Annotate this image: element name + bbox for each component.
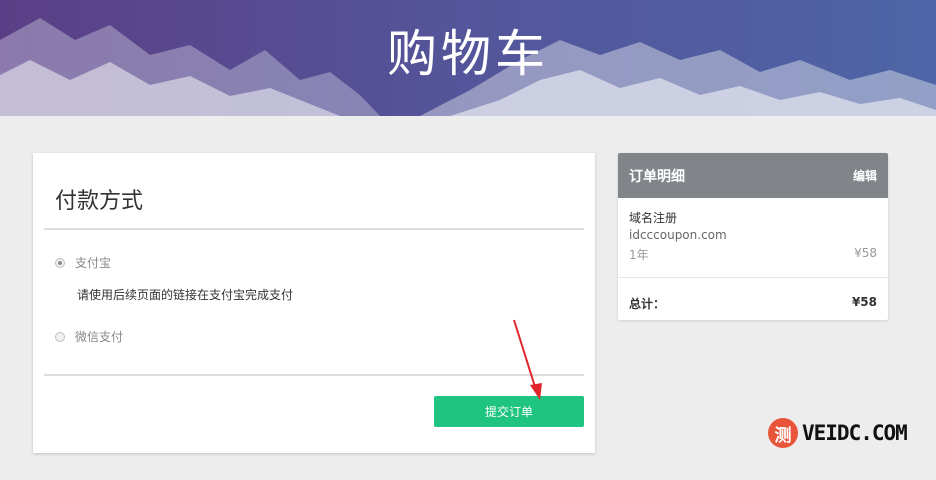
order-summary-header: 订单明细 编辑 [618,153,888,198]
edit-link[interactable]: 编辑 [853,167,877,184]
payment-option-wechat[interactable]: 微信支付 [55,328,123,345]
order-summary-panel: 订单明细 编辑 域名注册 idcccoupon.com 1年 ¥58 总计： ¥… [618,153,888,320]
watermark-text: VEIDC.COM [802,421,908,445]
payment-option-alipay[interactable]: 支付宝 [55,254,111,271]
item-name: 域名注册 [629,211,678,225]
total-label: 总计： [629,297,666,311]
divider [618,277,888,278]
page-header-banner: 购物车 [0,0,936,116]
order-summary-title: 订单明细 [629,168,685,185]
submit-order-button[interactable]: 提交订单 [434,396,584,427]
watermark-logo: 测 VEIDC.COM [768,418,908,448]
radio-checked-icon[interactable] [55,257,65,268]
payment-option-label: 微信支付 [75,330,124,344]
divider [44,228,584,230]
payment-method-title: 付款方式 [55,189,144,214]
payment-method-card: 付款方式 支付宝 请使用后续页面的链接在支付宝完成支付 微信支付 提交订单 [33,153,595,453]
watermark-badge: 测 [768,418,798,448]
item-period: 1年 [629,248,649,262]
radio-unchecked-icon[interactable] [55,331,65,342]
item-price: ¥58 [854,246,877,260]
item-domain: idcccoupon.com [629,228,727,242]
payment-option-label: 支付宝 [75,256,112,270]
payment-hint: 请使用后续页面的链接在支付宝完成支付 [77,288,294,302]
total-value: ¥58 [851,295,877,309]
page-title: 购物车 [387,25,549,83]
divider [44,374,584,376]
